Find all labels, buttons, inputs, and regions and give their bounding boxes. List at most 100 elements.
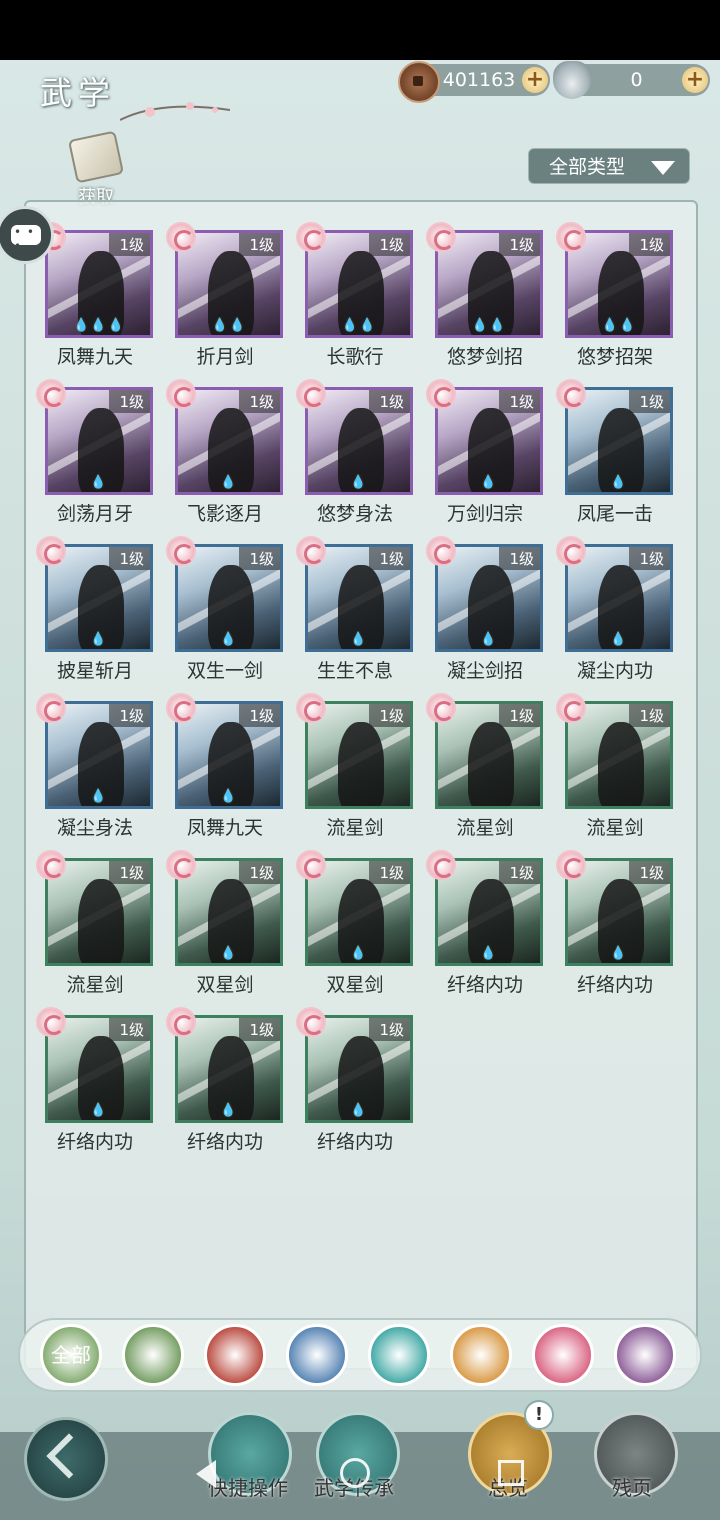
skill-card[interactable]: 1级 💧 飞影逐月 bbox=[160, 377, 290, 527]
skill-name: 纤络内功 bbox=[56, 1131, 133, 1153]
moon-emblem-icon bbox=[556, 850, 586, 880]
skill-level: 1级 bbox=[239, 547, 280, 570]
skill-card[interactable]: 1级 💧 生生不息 bbox=[290, 534, 420, 684]
skill-level: 1级 bbox=[499, 861, 540, 884]
moon-emblem-icon bbox=[426, 222, 456, 252]
school-tab-flame-icon[interactable] bbox=[204, 1324, 266, 1386]
skill-card[interactable]: 1级 💧 凝尘内功 bbox=[550, 534, 680, 684]
skill-name: 悠梦剑招 bbox=[446, 346, 523, 368]
skill-card[interactable]: 1级 💧💧 长歌行 bbox=[290, 220, 420, 370]
back-arrow-icon bbox=[46, 1433, 92, 1479]
moon-emblem-icon bbox=[36, 536, 66, 566]
rank-flames: 💧💧 bbox=[211, 318, 247, 333]
skill-level: 1级 bbox=[499, 233, 540, 256]
moon-emblem-icon bbox=[296, 222, 326, 252]
silver-ingot-icon bbox=[553, 61, 591, 99]
skill-level: 1级 bbox=[109, 233, 150, 256]
skill-name: 生生不息 bbox=[316, 660, 393, 682]
rank-flames: 💧 bbox=[350, 632, 368, 647]
skill-level: 1级 bbox=[369, 1018, 410, 1041]
copper-coin-icon bbox=[398, 61, 440, 103]
skill-name: 飞影逐月 bbox=[186, 503, 263, 525]
skill-card[interactable]: 1级 💧 双星剑 bbox=[160, 848, 290, 998]
skill-level: 1级 bbox=[499, 390, 540, 413]
skill-card[interactable]: 1级 💧 悠梦身法 bbox=[290, 377, 420, 527]
skill-card[interactable]: 1级 💧💧 折月剑 bbox=[160, 220, 290, 370]
moon-emblem-icon bbox=[426, 379, 456, 409]
skill-card[interactable]: 1级 💧 剑荡月牙 bbox=[30, 377, 160, 527]
skill-card[interactable]: 1级 流星剑 bbox=[30, 848, 160, 998]
skill-card[interactable]: 1级 流星剑 bbox=[290, 691, 420, 841]
skill-card[interactable]: 1级 💧 纤络内功 bbox=[420, 848, 550, 998]
skill-card[interactable]: 1级 流星剑 bbox=[420, 691, 550, 841]
skill-card[interactable]: 1级 💧 凤尾一击 bbox=[550, 377, 680, 527]
skill-card[interactable]: 1级 💧 纤络内功 bbox=[290, 1005, 420, 1155]
moon-emblem-icon bbox=[296, 1007, 326, 1037]
skill-level: 1级 bbox=[109, 1018, 150, 1041]
skill-name: 悠梦招架 bbox=[576, 346, 653, 368]
moon-emblem-icon bbox=[36, 379, 66, 409]
silver-currency: 0 + bbox=[553, 61, 710, 99]
plum-branch-decoration bbox=[120, 102, 230, 121]
skill-level: 1级 bbox=[239, 861, 280, 884]
rank-flames: 💧 bbox=[220, 946, 238, 961]
skill-level: 1级 bbox=[629, 390, 670, 413]
skill-level: 1级 bbox=[629, 704, 670, 727]
martial-arts-screen: 武学 401163 + 0 + 获取 全部类型 1级 💧💧💧 凤舞九天 1级 💧💧 折月剑… bbox=[0, 60, 720, 1520]
quick-ops-label: 快捷操作 bbox=[208, 1476, 288, 1500]
rank-flames: 💧 bbox=[610, 946, 628, 961]
back-button[interactable] bbox=[24, 1417, 108, 1501]
rank-flames: 💧 bbox=[350, 946, 368, 961]
moon-emblem-icon bbox=[556, 536, 586, 566]
school-tab-shield-icon[interactable] bbox=[450, 1324, 512, 1386]
swordsman-silhouette bbox=[598, 722, 644, 806]
skill-card[interactable]: 1级 💧 披星斩月 bbox=[30, 534, 160, 684]
skill-card[interactable]: 1级流星剑 bbox=[550, 691, 680, 841]
skill-level: 1级 bbox=[109, 861, 150, 884]
skill-level: 1级 bbox=[369, 233, 410, 256]
skill-level: 1级 bbox=[369, 390, 410, 413]
moon-emblem-icon bbox=[296, 693, 326, 723]
skill-card[interactable]: 1级 💧 凝尘身法 bbox=[30, 691, 160, 841]
school-tab-feather-icon[interactable] bbox=[122, 1324, 184, 1386]
skill-card[interactable]: 1级 💧💧 悠梦招架 bbox=[550, 220, 680, 370]
copper-currency: 401163 + bbox=[398, 61, 550, 103]
status-bar bbox=[0, 0, 720, 60]
skill-card[interactable]: 1级 💧 纤络内功 bbox=[30, 1005, 160, 1155]
school-tab-wave-icon[interactable] bbox=[286, 1324, 348, 1386]
swordsman-silhouette bbox=[338, 722, 384, 806]
school-tab-butterfly-icon[interactable] bbox=[368, 1324, 430, 1386]
moon-emblem-icon bbox=[296, 536, 326, 566]
rank-flames: 💧 bbox=[90, 475, 108, 490]
type-filter-dropdown[interactable]: 全部类型 bbox=[528, 148, 690, 184]
nav-home-icon[interactable] bbox=[340, 1458, 370, 1488]
add-silver-button[interactable]: + bbox=[682, 67, 708, 93]
skill-name: 披星斩月 bbox=[56, 660, 133, 682]
skill-level: 1级 bbox=[629, 861, 670, 884]
get-button[interactable]: 获取 bbox=[67, 130, 125, 208]
skill-name: 凝尘剑招 bbox=[446, 660, 523, 682]
skill-card[interactable]: 1级 💧 纤络内功 bbox=[160, 1005, 290, 1155]
nav-back-icon[interactable] bbox=[196, 1460, 216, 1488]
moon-emblem-icon bbox=[426, 850, 456, 880]
skill-name: 流星剑 bbox=[586, 817, 644, 839]
add-copper-button[interactable]: + bbox=[522, 67, 548, 93]
skill-card[interactable]: 1级 💧 凝尘剑招 bbox=[420, 534, 550, 684]
skill-card[interactable]: 1级 💧 双星剑 bbox=[290, 848, 420, 998]
skill-card[interactable]: 1级 💧 万剑归宗 bbox=[420, 377, 550, 527]
rank-flames: 💧 bbox=[90, 1103, 108, 1118]
skill-name: 折月剑 bbox=[196, 346, 254, 368]
nav-recents-icon[interactable] bbox=[498, 1460, 524, 1486]
skill-card[interactable]: 1级 💧 纤络内功 bbox=[550, 848, 680, 998]
skill-card[interactable]: 1级 💧💧 悠梦剑招 bbox=[420, 220, 550, 370]
alert-badge: ! bbox=[524, 1400, 554, 1430]
silver-value: 0 bbox=[630, 69, 643, 91]
skill-name: 悠梦身法 bbox=[316, 503, 393, 525]
school-tab-cloud-icon[interactable] bbox=[614, 1324, 676, 1386]
skill-card[interactable]: 1级 💧 凤舞九天 bbox=[160, 691, 290, 841]
school-tab-all-icon[interactable]: 全部 bbox=[40, 1324, 102, 1386]
skill-card[interactable]: 1级 💧 双生一剑 bbox=[160, 534, 290, 684]
skill-name: 剑荡月牙 bbox=[56, 503, 133, 525]
copper-value: 401163 bbox=[442, 69, 516, 91]
school-tab-moon-icon[interactable] bbox=[532, 1324, 594, 1386]
